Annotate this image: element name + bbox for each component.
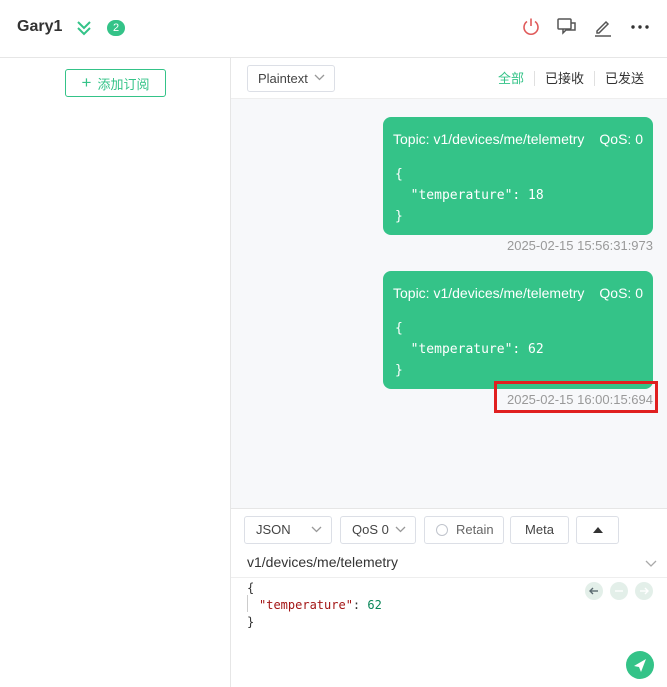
minus-icon: [615, 590, 623, 592]
editor-line: "temperature": 62: [259, 597, 382, 614]
message-topic: Topic: v1/devices/me/telemetry: [393, 131, 585, 147]
indent-guide: [247, 595, 248, 612]
expand-button[interactable]: [576, 516, 619, 544]
highlight-annotation: [494, 381, 658, 413]
json-value: 62: [367, 598, 382, 612]
chevron-down-icon: [314, 74, 325, 81]
message-bubble: Topic: v1/devices/me/telemetry QoS: 0 { …: [383, 271, 653, 389]
chevron-down-icon: [395, 526, 406, 533]
tab-all[interactable]: 全部: [488, 71, 534, 86]
message-topic: Topic: v1/devices/me/telemetry: [393, 285, 585, 301]
message-payload: { "temperature": 18}: [395, 164, 544, 227]
payload-line: {: [395, 167, 403, 182]
payload-format-select[interactable]: Plaintext: [247, 65, 335, 92]
payload-editor[interactable]: { "temperature": 62 }: [231, 577, 667, 687]
history-back-button[interactable]: [585, 582, 603, 600]
connection-header: Gary1 2: [0, 0, 667, 58]
publish-topic-input[interactable]: v1/devices/me/telemetry: [247, 554, 398, 570]
message-qos: QoS: 0: [599, 285, 643, 301]
format-select-value: Plaintext: [258, 71, 308, 86]
subscription-count-badge: 2: [107, 20, 125, 36]
message-filter-tabs: 全部 已接收 已发送: [488, 71, 654, 86]
publish-qos-value: QoS 0: [352, 522, 389, 537]
message-bubble: Topic: v1/devices/me/telemetry QoS: 0 { …: [383, 117, 653, 235]
editor-line: }: [247, 615, 255, 629]
radio-icon: [436, 523, 448, 536]
chevron-down-icon[interactable]: [645, 560, 657, 567]
more-icon[interactable]: [629, 16, 651, 38]
payload-line: }: [395, 209, 403, 224]
power-icon[interactable]: [520, 16, 542, 38]
publish-panel: JSON QoS 0 Retain Meta v1/devices/me/tel…: [231, 508, 667, 687]
payload-line: {: [395, 321, 403, 336]
json-key: "temperature": [259, 598, 353, 612]
arrow-left-icon: [589, 587, 598, 595]
arrow-right-icon: [640, 587, 649, 595]
retain-label: Retain: [456, 522, 494, 537]
add-subscription-button[interactable]: + 添加订阅: [65, 69, 166, 97]
message-qos: QoS: 0: [599, 131, 643, 147]
retain-toggle[interactable]: Retain: [424, 516, 504, 544]
send-button[interactable]: [626, 651, 654, 679]
subscription-panel: + 添加订阅: [0, 58, 231, 687]
connection-name: Gary1: [17, 18, 63, 35]
add-subscription-label: 添加订阅: [97, 76, 150, 92]
message-payload: { "temperature": 62}: [395, 318, 544, 381]
message-toolbar: Plaintext 全部 已接收 已发送: [231, 58, 667, 99]
history-forward-button[interactable]: [635, 582, 653, 600]
payload-line: "temperature": 62: [395, 342, 544, 357]
payload-line: }: [395, 363, 403, 378]
editor-line: {: [247, 581, 255, 595]
meta-button[interactable]: Meta: [510, 516, 569, 544]
publish-format-select[interactable]: JSON: [244, 516, 332, 544]
meta-label: Meta: [525, 522, 554, 537]
payload-line: "temperature": 18: [395, 188, 544, 203]
history-clear-button[interactable]: [610, 582, 628, 600]
send-icon: [634, 659, 646, 672]
publish-format-value: JSON: [256, 522, 291, 537]
tab-sent[interactable]: 已发送: [593, 71, 654, 86]
publish-qos-select[interactable]: QoS 0: [340, 516, 416, 544]
chat-icon[interactable]: [556, 16, 578, 38]
edit-icon[interactable]: [592, 16, 614, 38]
message-list[interactable]: Topic: v1/devices/me/telemetry QoS: 0 { …: [231, 99, 667, 508]
tab-received[interactable]: 已接收: [533, 71, 594, 86]
json-separator: :: [352, 598, 368, 612]
plus-icon: +: [81, 72, 92, 92]
message-timestamp: 2025-02-15 15:56:31:973: [506, 238, 653, 253]
caret-up-icon: [593, 527, 603, 533]
chevron-down-icon: [311, 526, 322, 533]
double-chevron-down-icon[interactable]: [76, 19, 92, 37]
